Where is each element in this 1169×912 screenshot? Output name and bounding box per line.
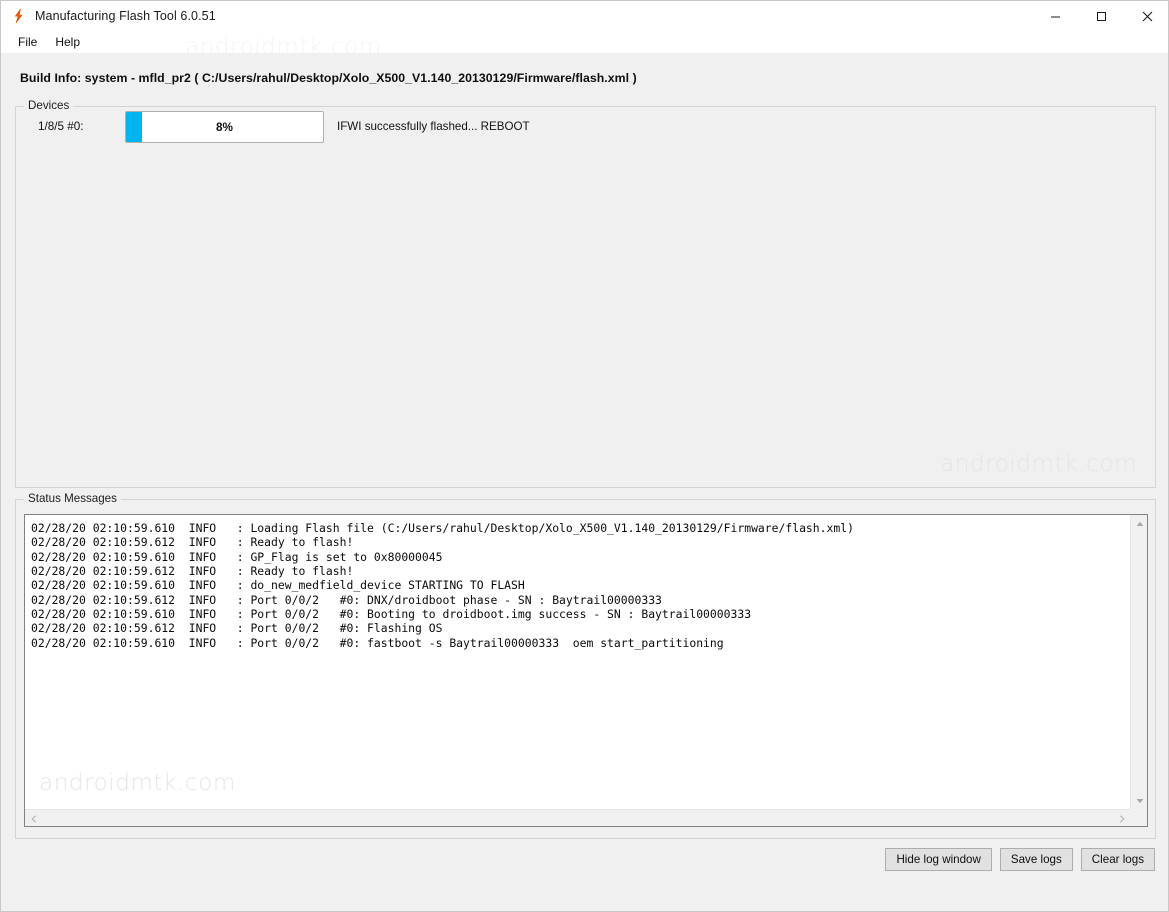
watermark-devices: androidmtk.com — [940, 451, 1137, 477]
save-logs-button[interactable]: Save logs — [999, 848, 1073, 871]
devices-group: Devices 1/8/5 #0: 8% IFWI successfully f… — [15, 99, 1156, 488]
log-line: 02/28/20 02:10:59.612 INFO : Port 0/0/2 … — [31, 621, 443, 636]
close-icon — [1142, 11, 1152, 21]
scroll-up-arrow-icon[interactable] — [1131, 515, 1147, 532]
log-line: 02/28/20 02:10:59.610 INFO : Loading Fla… — [31, 521, 854, 535]
close-button[interactable] — [1124, 1, 1168, 31]
scroll-left-arrow-icon[interactable] — [25, 810, 42, 826]
clear-logs-button[interactable]: Clear logs — [1080, 848, 1155, 871]
scrollbar-corner — [1130, 809, 1147, 826]
log-line: 02/28/20 02:10:59.610 INFO : Port 0/0/2 … — [31, 607, 752, 622]
log-line: 02/28/20 02:10:59.612 INFO : Port 0/0/2 … — [31, 592, 662, 607]
application-window: Manufacturing Flash Tool 6.0.51 File Hel… — [0, 0, 1169, 912]
log-text-content: 02/28/20 02:10:59.610 INFO : Loading Fla… — [31, 521, 1128, 807]
device-progress-bar: 8% — [125, 111, 324, 143]
device-row: 1/8/5 #0: 8% IFWI successfully flashed..… — [16, 107, 1155, 147]
log-line: 02/28/20 02:10:59.610 INFO : Port 0/0/2 … — [31, 635, 724, 650]
title-bar: Manufacturing Flash Tool 6.0.51 — [1, 1, 1168, 31]
build-info-text: Build Info: system - mfld_pr2 ( C:/Users… — [20, 71, 637, 85]
scroll-right-arrow-icon[interactable] — [1113, 810, 1130, 826]
device-progress-label: 8% — [216, 120, 233, 134]
window-title: Manufacturing Flash Tool 6.0.51 — [35, 9, 216, 23]
main-content: Build Info: system - mfld_pr2 ( C:/Users… — [1, 53, 1168, 911]
log-actions-toolbar: Hide log window Save logs Clear logs — [885, 848, 1155, 871]
log-horizontal-scrollbar[interactable] — [25, 809, 1130, 826]
log-output-panel[interactable]: 02/28/20 02:10:59.610 INFO : Loading Fla… — [24, 514, 1148, 827]
maximize-icon — [1096, 11, 1106, 21]
hide-log-window-button[interactable]: Hide log window — [885, 848, 992, 871]
menu-bar: File Help — [1, 31, 1168, 53]
log-line: 02/28/20 02:10:59.610 INFO : GP_Flag is … — [31, 549, 443, 564]
lightning-bolt-icon — [14, 8, 23, 24]
minimize-icon — [1050, 16, 1060, 17]
status-messages-group: Status Messages 02/28/20 02:10:59.610 IN… — [15, 492, 1156, 839]
log-vertical-scrollbar[interactable] — [1130, 515, 1147, 809]
log-line: 02/28/20 02:10:59.612 INFO : Ready to fl… — [31, 535, 354, 550]
maximize-button[interactable] — [1078, 1, 1124, 31]
menu-item-file[interactable]: File — [9, 33, 46, 51]
menu-item-help[interactable]: Help — [46, 33, 89, 51]
window-controls — [1032, 1, 1168, 31]
status-messages-group-label: Status Messages — [24, 492, 121, 505]
scroll-down-arrow-icon[interactable] — [1131, 792, 1147, 809]
device-id-label: 1/8/5 #0: — [38, 120, 84, 133]
log-line: 02/28/20 02:10:59.612 INFO : Ready to fl… — [31, 564, 354, 579]
device-status-text: IFWI successfully flashed... REBOOT — [337, 120, 530, 133]
log-line: 02/28/20 02:10:59.610 INFO : do_new_medf… — [31, 578, 525, 593]
minimize-button[interactable] — [1032, 1, 1078, 31]
